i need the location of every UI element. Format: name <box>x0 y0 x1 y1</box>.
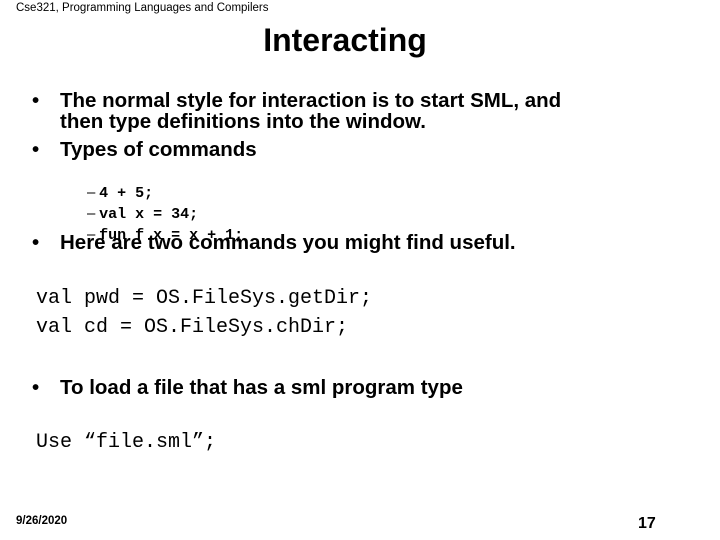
bullet-item: • Here are two commands you might find u… <box>32 232 692 254</box>
course-header: Cse321, Programming Languages and Compil… <box>16 2 269 14</box>
slide-title-text: Interacting <box>263 22 427 58</box>
bullet-text-line1: The normal style for interaction is to s… <box>60 89 562 112</box>
bullet-text: Here are two commands you might find use… <box>60 231 516 254</box>
slide-title: Interacting <box>0 22 690 59</box>
code-line: val cd = OS.FileSys.chDir; <box>36 316 349 339</box>
bullet-text-line2: then type definitions into the window. <box>60 110 426 133</box>
bullet-icon: • <box>32 138 40 161</box>
code-line: Use “file.sml”; <box>36 431 217 454</box>
bullet-text: To load a file that has a sml program ty… <box>60 376 463 399</box>
page-number: 17 <box>638 515 656 532</box>
bullet-icon: • <box>32 89 40 112</box>
bullet-item: • The normal style for interaction is to… <box>32 90 692 134</box>
bullet-icon: • <box>32 376 40 399</box>
code-line: val pwd = OS.FileSys.getDir; <box>36 287 373 310</box>
bullet-text: Types of commands <box>60 138 257 161</box>
bullet-item: • Types of commands <box>32 139 692 161</box>
bullet-item: • To load a file that has a sml program … <box>32 377 692 399</box>
bullet-icon: • <box>32 231 40 254</box>
footer-date: 9/26/2020 <box>16 515 68 527</box>
